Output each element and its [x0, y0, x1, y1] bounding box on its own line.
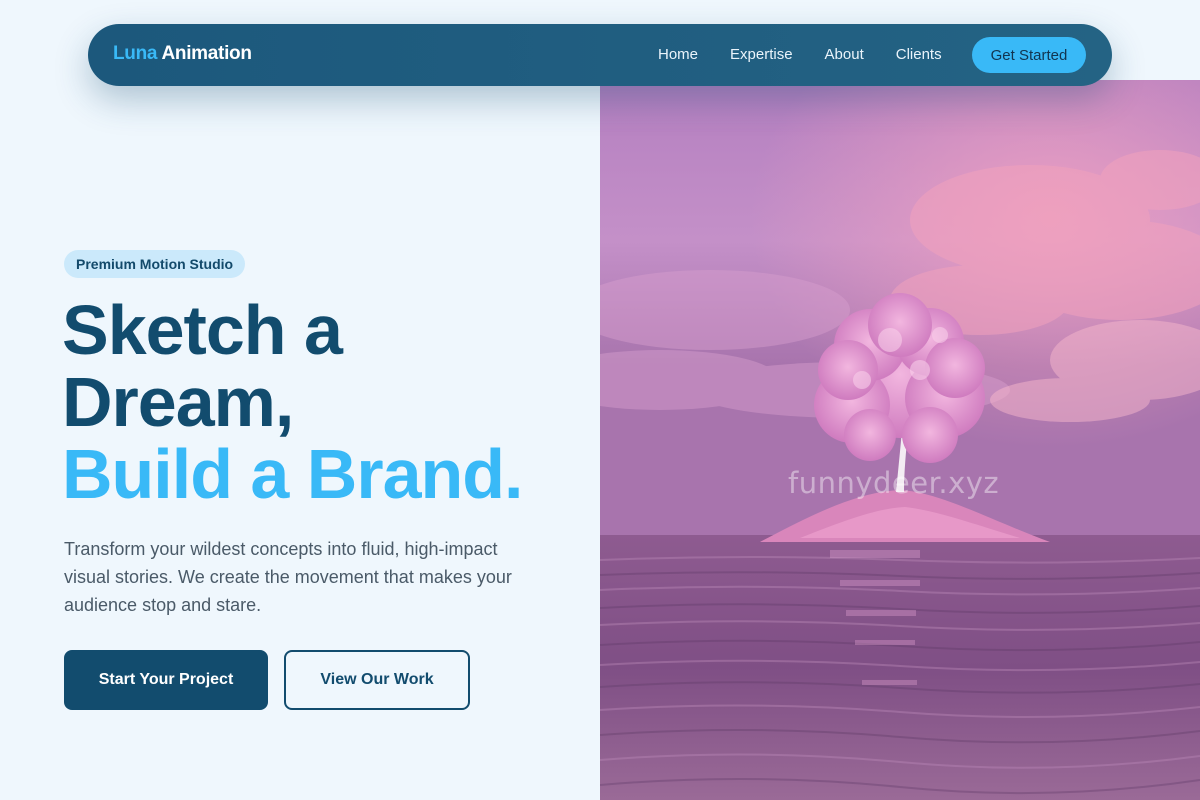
watermark-text: funnydeer.xyz — [788, 466, 1000, 500]
studio-badge: Premium Motion Studio — [64, 250, 246, 278]
nav-links: Home Expertise About Clients — [658, 46, 974, 63]
headline-line-2: Dream, — [62, 363, 294, 441]
brand-name-rest: Animation — [161, 43, 252, 64]
nav-link-expertise[interactable]: Expertise — [730, 46, 793, 63]
hero-headline: Sketch a Dream, Build a Brand. — [62, 294, 582, 510]
hero-image: funnydeer.xyz — [600, 80, 1200, 800]
top-navbar: Luna Animation Home Expertise About Clie… — [88, 24, 1112, 86]
headline-line-1: Sketch a — [62, 291, 343, 369]
get-started-button[interactable]: Get Started — [972, 37, 1086, 73]
headline-highlight: Build a Brand. — [62, 435, 523, 513]
nav-link-clients[interactable]: Clients — [896, 46, 942, 63]
brand-name-accent: Luna — [113, 43, 158, 64]
start-project-button[interactable]: Start Your Project — [64, 650, 268, 710]
view-work-button[interactable]: View Our Work — [284, 650, 470, 710]
nav-link-home[interactable]: Home — [658, 46, 698, 63]
nav-link-about[interactable]: About — [825, 46, 864, 63]
hero-description: Transform your wildest concepts into flu… — [64, 539, 512, 615]
brand-logo[interactable]: Luna Animation — [113, 43, 252, 65]
